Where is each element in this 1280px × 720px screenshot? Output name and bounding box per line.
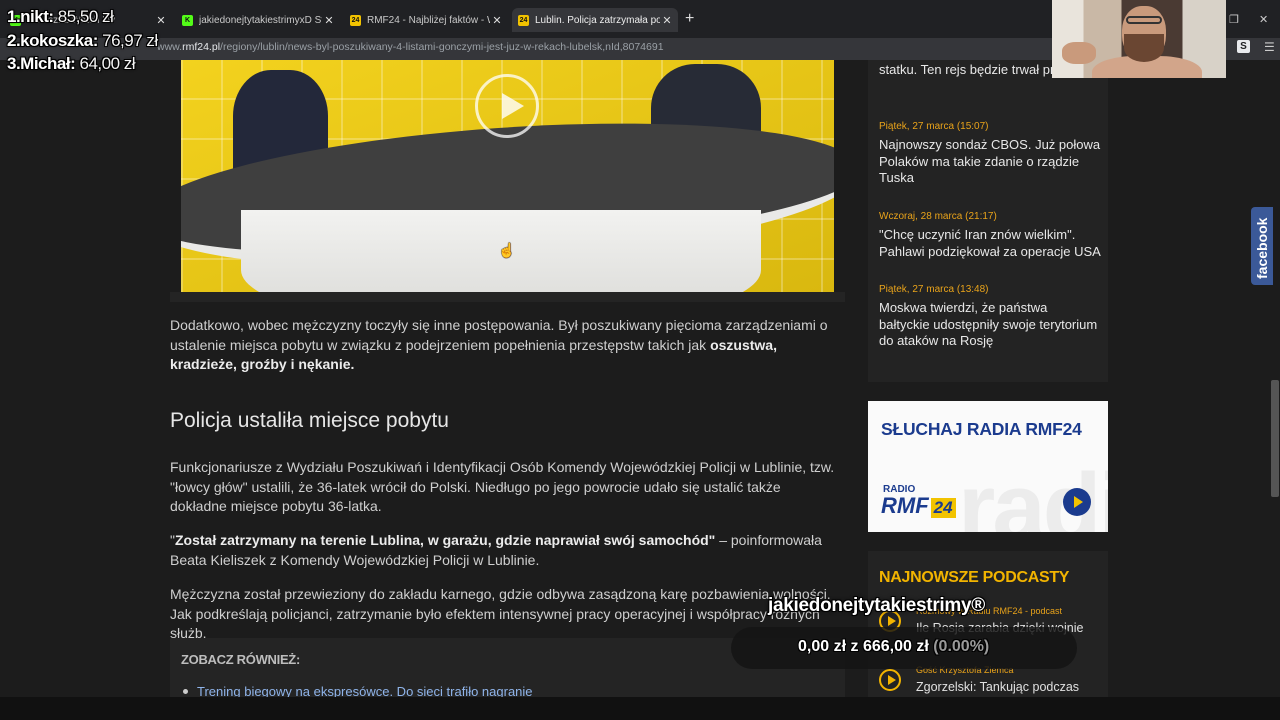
quote-bold-text: Został zatrzymany na terenie Lublina, w … [174,532,716,548]
close-icon[interactable]: ✕ [490,14,504,27]
donation-goal-title: jakiedonejtytakiestrimy® [768,595,985,616]
rmf24-logo: RMF 24 [881,493,956,519]
news-date: Piątek, 27 marca (15:07) [879,121,989,132]
goal-target: 666,00 zł [862,638,929,655]
news-date: Piątek, 27 marca (13:48) [879,284,989,295]
news-title[interactable]: "Chcę uczynić Iran znów wielkim". Pahlaw… [879,227,1101,260]
video-play-icon[interactable] [475,74,539,138]
page-scrollbar-thumb[interactable] [1271,380,1279,497]
facebook-side-tab[interactable]: facebook [1251,207,1273,285]
podcast-title[interactable]: Zgorzelski: Tankując podczas [916,680,1079,694]
restore-window-icon[interactable]: ❐ [1229,13,1239,26]
section-heading: Policja ustaliła miejsce pobytu [170,409,449,432]
tab-rmf24-article[interactable]: 24 Lublin. Policja zatrzymała poszu ✕ [512,8,678,32]
podcasts-title: NAJNOWSZE PODCASTY [879,569,1070,586]
url-domain: rmf24.pl [182,41,221,53]
tab-jakiedonejty[interactable]: K jakiedonejtytakiestrimyxD Strea ✕ [176,8,340,32]
rmf-logo-text: RMF [881,493,929,518]
url-path: /regiony/lublin/news-byl-poszukiwany-4-l… [220,41,664,53]
news-item[interactable]: Piątek, 27 marca (15:07) Najnowszy sonda… [879,121,1101,187]
kick-icon: K [182,14,193,26]
leaderboard-row: 2.kokoszka: 76,97 zł [7,31,158,51]
news-date: Wczoraj, 28 marca (21:17) [879,211,997,222]
leader-name: 3.Michał: [7,54,76,73]
webcam-beard [1124,34,1164,62]
mouse-cursor-icon: ☝ [498,242,516,258]
browser-menu-icon[interactable]: ☰ [1264,40,1275,54]
news-item[interactable]: Wczoraj, 28 marca (21:17) "Chcę uczynić … [879,211,1101,260]
leader-amount: 85,50 zł [57,7,114,26]
extension-icon[interactable]: S [1237,40,1250,53]
rmf24-icon: 24 [350,14,361,26]
podcasts-section: NAJNOWSZE PODCASTY Rozmowy w Radiu RMF24… [868,551,1108,697]
tab-title: jakiedonejtytakiestrimyxD Strea [199,14,322,26]
leader-amount: 64,00 zł [79,54,136,73]
facebook-label: facebook [1254,217,1270,279]
new-tab-plus-icon[interactable]: + [685,10,694,28]
radio-banner-title: SŁUCHAJ RADIA RMF24 [881,419,1082,439]
tab-title: RMF24 - Najbliżej faktów - Wyd [367,14,490,26]
article-paragraph: Dodatkowo, wobec mężczyzny toczyły się i… [170,316,835,375]
news-item[interactable]: Piątek, 27 marca (13:48) Moskwa twierdzi… [879,284,1101,350]
donation-goal-text: 0,00 zł z 666,00 zł (0.00%) [798,638,989,656]
url-text[interactable]: www.rmf24.pl/regiony/lublin/news-byl-pos… [157,41,664,53]
leader-amount: 76,97 zł [102,31,158,50]
close-icon[interactable]: ✕ [154,14,168,27]
goal-separator: z [850,638,859,655]
webcam-hand [1062,42,1096,64]
radio-play-icon[interactable] [1063,488,1091,516]
article-quote: "Został zatrzymany na terenie Lublina, w… [170,531,835,570]
leader-name: 2.kokoszka: [7,31,98,50]
streamer-webcam [1052,0,1226,78]
bullet-icon [183,689,188,694]
close-icon[interactable]: ✕ [660,14,674,27]
leaderboard-row: 1.nikt: 85,50 zł [7,7,114,27]
see-also-label: ZOBACZ RÓWNIEŻ: [181,652,300,667]
url-prefix: www. [157,41,183,53]
leaderboard-row: 3.Michał: 64,00 zł [7,54,136,74]
close-icon[interactable]: ✕ [322,14,336,27]
webcam-glasses [1126,16,1162,24]
news-title[interactable]: Moskwa twierdzi, że państwa bałtyckie ud… [879,300,1101,350]
video-caption-bar [170,292,845,302]
sidebar-news-list: statku. Ten rejs będzie trwał przez lat … [868,60,1108,382]
goal-current: 0,00 zł [798,638,847,655]
goal-percent: (0.00%) [933,638,990,655]
tab-rmf24-home[interactable]: 24 RMF24 - Najbliżej faktów - Wyd ✕ [344,8,508,32]
close-window-icon[interactable]: ✕ [1259,13,1268,26]
see-also-link[interactable]: Trening biegowy na ekspresówce. Do sieci… [197,684,533,697]
podcast-play-icon[interactable] [879,669,901,691]
leader-name: 1.nikt: [7,7,54,26]
bottom-strip [0,697,1280,720]
news-title[interactable]: Najnowszy sondaż CBOS. Już połowa Polakó… [879,137,1101,187]
rmf24-icon: 24 [518,14,529,26]
article-paragraph: Funkcjonariusze z Wydziału Poszukiwań i … [170,459,835,514]
web-page: Dodatkowo, wobec mężczyzny toczyły się i… [0,60,1280,697]
tab-title: Lublin. Policja zatrzymała poszu [535,14,660,26]
rmf-logo-number: 24 [930,498,956,518]
radio-rmf24-banner[interactable]: radio SŁUCHAJ RADIA RMF24 RADIO RMF24 [868,401,1108,532]
